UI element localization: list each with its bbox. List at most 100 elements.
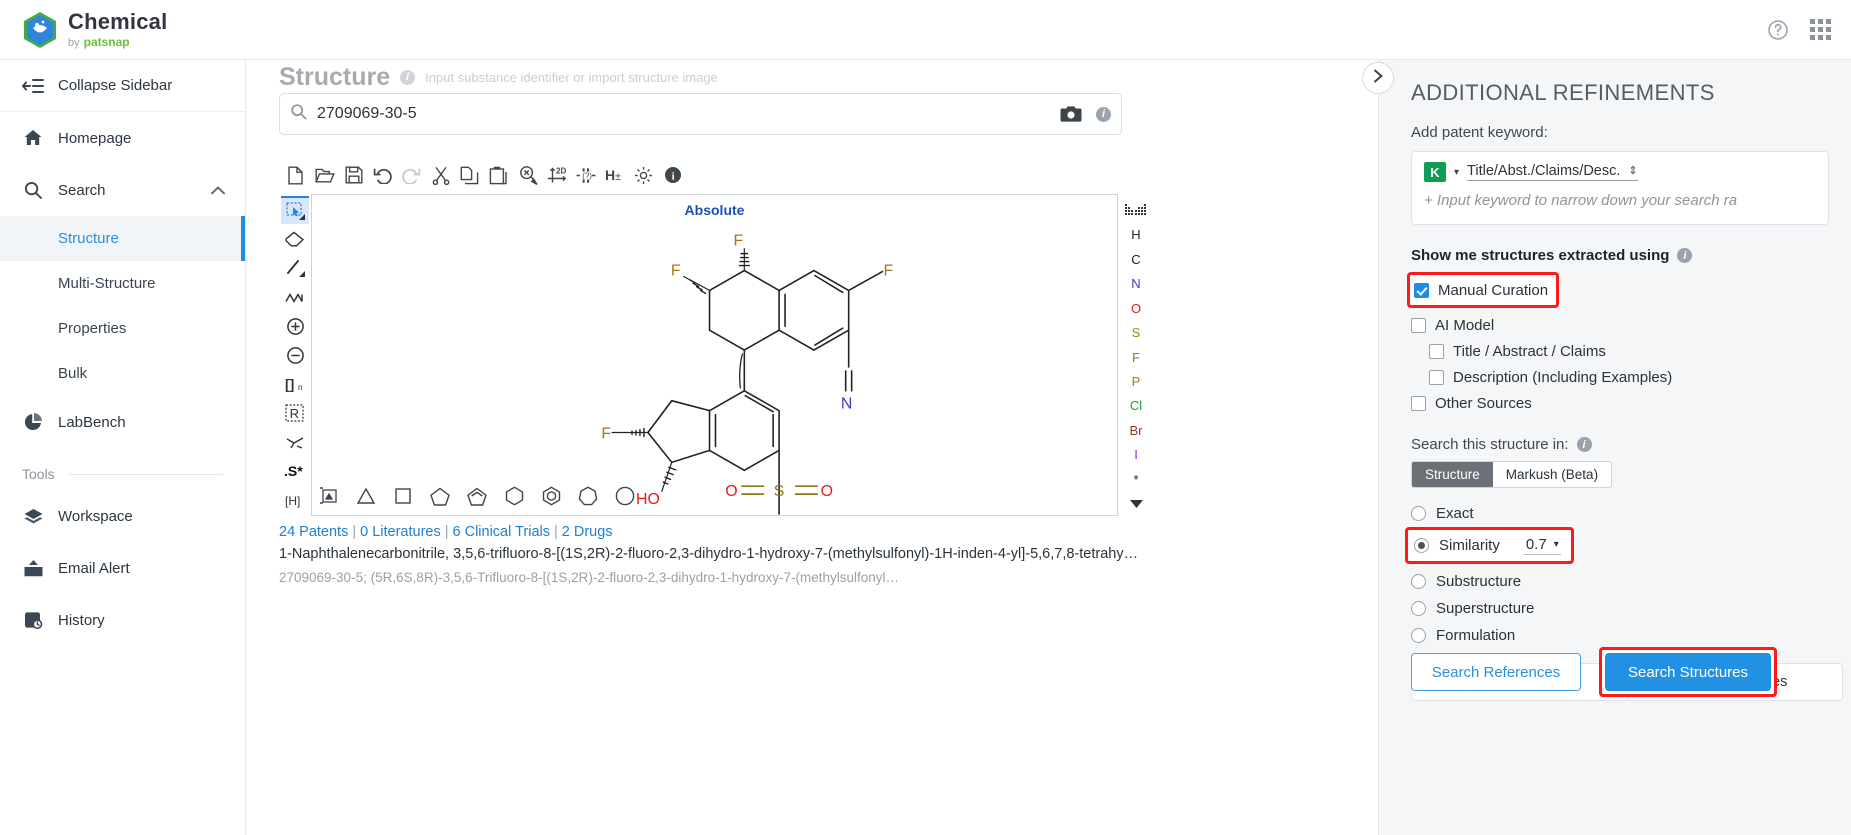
atom-s-tool[interactable]: .S* [281, 457, 309, 485]
search-info-icon[interactable]: i [1096, 106, 1111, 122]
help-circle-icon[interactable] [1766, 18, 1790, 42]
checkbox-ai-model[interactable]: AI Model [1411, 312, 1829, 338]
r-group-tool[interactable]: R [281, 399, 309, 427]
charge-plus-tool[interactable] [281, 312, 309, 340]
info-icon: i [400, 69, 416, 85]
sidebar-item-history[interactable]: History [0, 594, 245, 646]
element-button-F[interactable]: F [1118, 345, 1154, 369]
sidebar-item-email-alert[interactable]: Email Alert [0, 542, 245, 594]
sidebar-item-homepage[interactable]: Homepage [0, 112, 245, 164]
stereo-tool[interactable] [281, 428, 309, 456]
cut-scissors-icon[interactable] [426, 160, 455, 190]
result-link-drugs[interactable]: 2 Drugs [562, 524, 613, 540]
similarity-value-select[interactable]: 0.7 ▾ [1523, 536, 1561, 555]
element-button-Br[interactable]: Br [1118, 418, 1154, 442]
element-button-C[interactable]: C [1118, 247, 1154, 271]
editor-tool-palette: [] n R .S* [H] [279, 194, 311, 516]
result-subtitle: 2709069-30-5; (5R,6S,8R)-3,5,6-Trifluoro… [279, 570, 899, 586]
cycloheptane-icon[interactable] [576, 484, 600, 508]
app-grid-icon[interactable] [1810, 19, 1831, 40]
chevron-down-icon[interactable]: ▾ [1454, 167, 1459, 178]
sidebar-item-search[interactable]: Search [0, 164, 245, 216]
checkbox-other-sources[interactable]: Other Sources [1411, 390, 1829, 416]
atom-label-F: F [884, 262, 894, 279]
result-link-clinical-trials[interactable]: 6 Clinical Trials [453, 524, 551, 540]
cyclopentadiene-icon[interactable] [465, 484, 489, 508]
sidebar-item-multi-structure[interactable]: Multi-Structure [0, 261, 245, 306]
element-button-S[interactable]: S [1118, 320, 1154, 344]
charge-minus-tool[interactable] [281, 341, 309, 369]
patent-keyword-box[interactable]: K ▾ Title/Abst./Claims/Desc. ⇕ + Input k… [1411, 151, 1829, 225]
result-link-literatures[interactable]: 0 Literatures [360, 524, 441, 540]
benzene-icon[interactable] [539, 484, 563, 508]
chain-tool[interactable] [281, 283, 309, 311]
select-lasso-tool[interactable] [281, 196, 309, 224]
panel-collapse-button[interactable] [1362, 62, 1394, 94]
cyclopropane-icon[interactable] [354, 484, 378, 508]
result-link-patents[interactable]: 24 Patents [279, 524, 348, 540]
element-button-I[interactable]: I [1118, 443, 1154, 467]
template-icon[interactable] [317, 484, 341, 508]
cyclopentane-icon[interactable] [428, 484, 452, 508]
template-shape-row [311, 478, 1151, 514]
layout-2d-icon[interactable]: 2D [542, 160, 571, 190]
checkbox-description[interactable]: Description (Including Examples) [1429, 364, 1829, 390]
copy-icon[interactable] [455, 160, 484, 190]
undo-icon[interactable] [368, 160, 397, 190]
editor-info-icon[interactable]: i [658, 160, 687, 190]
sidebar-item-labbench[interactable]: LabBench [0, 396, 245, 448]
element-button-Cl[interactable]: Cl [1118, 394, 1154, 418]
element-button-H[interactable]: H [1118, 222, 1154, 246]
page-title: Structure [279, 62, 391, 91]
bond-single-tool[interactable] [281, 254, 309, 282]
keyword-input-placeholder[interactable]: + Input keyword to narrow down your sear… [1424, 192, 1816, 209]
structure-search-bar[interactable]: i [279, 93, 1122, 135]
periodic-table-icon[interactable] [1118, 198, 1154, 222]
sidebar-collapse-button[interactable]: Collapse Sidebar [0, 60, 245, 112]
explicit-hydrogen-tool[interactable]: [H] [281, 486, 309, 514]
cyclobutane-icon[interactable] [391, 484, 415, 508]
element-button-O[interactable]: O [1118, 296, 1154, 320]
checkbox-description-label: Description (Including Examples) [1453, 368, 1673, 386]
similarity-highlight: Similarity 0.7 ▾ [1405, 527, 1574, 564]
hydrogen-toggle-icon[interactable]: H ± [600, 160, 629, 190]
tab-structure[interactable]: Structure [1412, 462, 1493, 487]
info-icon[interactable]: i [1677, 248, 1693, 263]
radio-exact[interactable]: Exact [1411, 500, 1829, 527]
radio-similarity[interactable]: Similarity 0.7 ▾ [1414, 532, 1561, 559]
query-bond-icon[interactable]: (?) [571, 160, 600, 190]
cyclooctane-icon[interactable] [613, 484, 637, 508]
element-button-N[interactable]: N [1118, 271, 1154, 295]
cyclohexane-icon[interactable] [502, 484, 526, 508]
camera-icon[interactable] [1060, 105, 1082, 123]
collapse-sidebar-icon [22, 75, 44, 97]
sidebar-item-structure[interactable]: Structure [0, 216, 245, 261]
open-folder-icon[interactable] [310, 160, 339, 190]
save-icon[interactable] [339, 160, 368, 190]
extracted-using-heading: Show me structures extracted using i [1411, 247, 1829, 264]
radio-formulation[interactable]: Formulation [1411, 622, 1829, 649]
zoom-erase-icon[interactable] [513, 160, 542, 190]
brand-logo[interactable]: Chemical by patsnap [0, 10, 167, 49]
eraser-tool[interactable] [281, 225, 309, 253]
settings-gear-icon[interactable] [629, 160, 658, 190]
search-references-button[interactable]: Search References [1411, 653, 1581, 691]
element-button-P[interactable]: P [1118, 369, 1154, 393]
checkbox-manual-curation[interactable]: Manual Curation [1414, 277, 1548, 303]
radio-superstructure[interactable]: Superstructure [1411, 595, 1829, 622]
search-structures-button[interactable]: Search Structures [1605, 653, 1771, 691]
info-icon[interactable]: i [1576, 437, 1592, 452]
search-input[interactable] [315, 104, 1060, 124]
redo-icon[interactable] [397, 160, 426, 190]
checkbox-title-abstract-claims[interactable]: Title / Abstract / Claims [1429, 338, 1829, 364]
bracket-repeat-tool[interactable]: [] n [281, 370, 309, 398]
sidebar-item-bulk[interactable]: Bulk [0, 351, 245, 396]
radio-substructure[interactable]: Substructure [1411, 568, 1829, 595]
sidebar-item-properties[interactable]: Properties [0, 306, 245, 351]
sidebar-item-workspace[interactable]: Workspace [0, 490, 245, 542]
structure-canvas[interactable]: Absolute F F F N F HO S O O [311, 194, 1118, 516]
new-file-icon[interactable] [281, 160, 310, 190]
tab-markush-beta[interactable]: Markush (Beta) [1493, 462, 1611, 487]
paste-icon[interactable] [484, 160, 513, 190]
keyword-scope-select[interactable]: Title/Abst./Claims/Desc. ⇕ [1467, 163, 1638, 181]
